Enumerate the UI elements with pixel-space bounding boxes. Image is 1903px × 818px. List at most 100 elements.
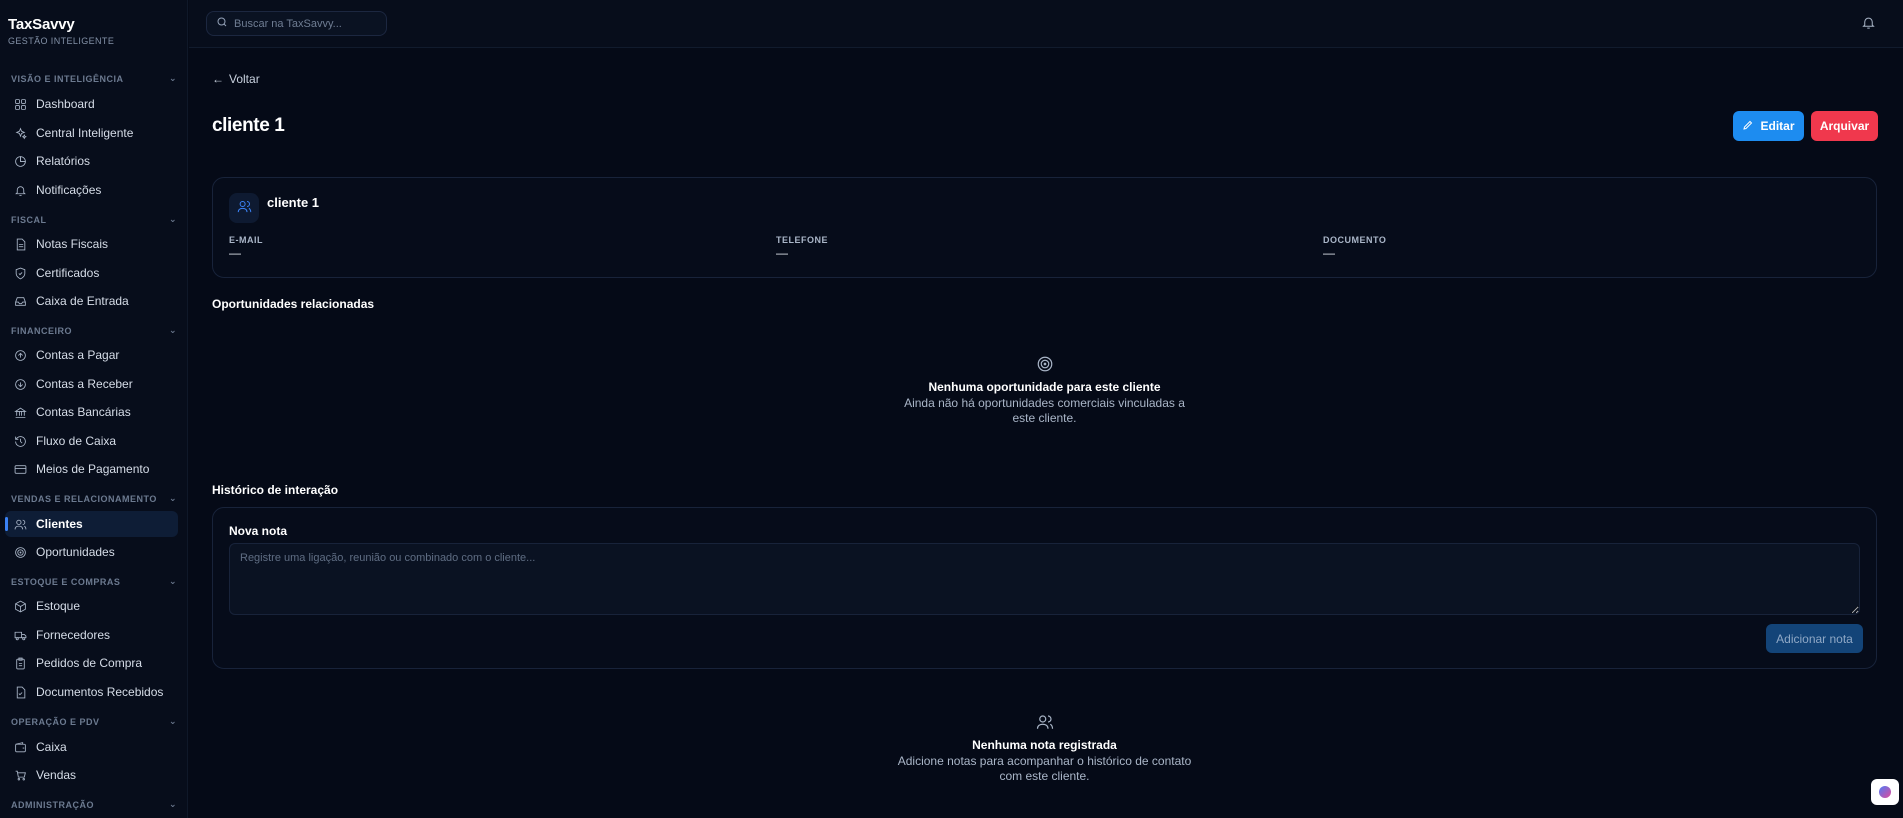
sidebar-item-vendas[interactable]: Vendas	[5, 762, 178, 788]
sidebar-item-meios-de-pagamento[interactable]: Meios de Pagamento	[5, 456, 178, 482]
sidebar-item-label: Certificados	[36, 266, 100, 280]
sidebar-item-fluxo-de-caixa[interactable]: Fluxo de Caixa	[5, 428, 178, 454]
arrow-left-icon: ←	[212, 72, 224, 86]
sidebar: TaxSavvy GESTÃO INTELIGENTE VISÃO E INTE…	[0, 0, 188, 818]
chevron-down-icon: ⌄	[168, 799, 177, 809]
avatar	[229, 193, 259, 223]
topbar	[189, 0, 1903, 48]
client-name: cliente 1	[267, 195, 320, 210]
empty-title: Nenhuma nota registrada	[972, 738, 1117, 752]
sidebar-item-fornecedores[interactable]: Fornecedores	[5, 622, 178, 648]
chevron-down-icon: ⌄	[168, 325, 177, 335]
field-label: TELEFONE	[776, 235, 829, 245]
history-heading: Histórico de interação	[212, 483, 339, 497]
box-icon	[14, 600, 27, 613]
assistant-float-button[interactable]	[1871, 779, 1899, 805]
file-check-icon	[14, 686, 27, 699]
pencil-icon	[1742, 119, 1760, 134]
sidebar-item-dashboard[interactable]: Dashboard	[5, 91, 178, 117]
chevron-down-icon: ⌄	[168, 493, 177, 503]
sidebar-item-pedidos-de-compra[interactable]: Pedidos de Compra	[5, 650, 178, 676]
field-value: —	[1323, 246, 1335, 260]
chevron-down-icon: ⌄	[168, 214, 177, 224]
section-visao[interactable]: VISÃO E INTELIGÊNCIA ⌄	[11, 73, 177, 84]
bell-icon	[14, 184, 27, 197]
opportunities-empty-state: Nenhuma oportunidade para este cliente A…	[212, 355, 1877, 426]
chevron-down-icon: ⌄	[168, 716, 177, 726]
sidebar-item-central-inteligente[interactable]: Central Inteligente	[5, 120, 178, 146]
search-box[interactable]	[206, 11, 387, 36]
pie-chart-icon	[14, 155, 27, 168]
section-financeiro[interactable]: FINANCEIRO ⌄	[11, 325, 177, 336]
field-value: —	[229, 246, 241, 260]
section-fiscal[interactable]: FISCAL ⌄	[11, 214, 177, 225]
grid-icon	[14, 98, 27, 111]
sidebar-item-relatorios[interactable]: Relatórios	[5, 148, 178, 174]
empty-title: Nenhuma oportunidade para este cliente	[928, 380, 1161, 394]
sidebar-item-contas-a-pagar[interactable]: Contas a Pagar	[5, 342, 178, 368]
sidebar-item-notificacoes[interactable]: Notificações	[5, 177, 178, 203]
section-operacao[interactable]: OPERAÇÃO E PDV ⌄	[11, 716, 177, 727]
sidebar-item-documentos-recebidos[interactable]: Documentos Recebidos	[5, 679, 178, 705]
sidebar-item-caixa-de-entrada[interactable]: Caixa de Entrada	[5, 288, 178, 314]
sidebar-item-label: Oportunidades	[36, 545, 115, 559]
sidebar-item-oportunidades[interactable]: Oportunidades	[5, 539, 178, 565]
sidebar-item-label: Vendas	[36, 768, 77, 782]
sidebar-item-label: Notificações	[36, 183, 102, 197]
users-icon	[237, 199, 252, 217]
section-vendas[interactable]: VENDAS E RELACIONAMENTO ⌄	[11, 493, 177, 504]
cart-icon	[14, 769, 27, 782]
search-icon	[216, 16, 234, 31]
field-documento: DOCUMENTO —	[1323, 235, 1386, 260]
field-label: E-MAIL	[229, 235, 263, 245]
section-title: ADMINISTRAÇÃO	[11, 799, 94, 810]
back-label: Voltar	[229, 72, 260, 86]
users-icon	[14, 518, 27, 531]
sparkles-icon	[14, 126, 27, 140]
sidebar-item-label: Fluxo de Caixa	[36, 434, 117, 448]
chevron-down-icon: ⌄	[168, 576, 177, 586]
shield-icon	[14, 267, 27, 280]
sidebar-item-label: Pedidos de Compra	[36, 656, 143, 670]
brand[interactable]: TaxSavvy GESTÃO INTELIGENTE	[8, 16, 114, 46]
client-card: cliente 1 E-MAIL — TELEFONE — DOCUMENTO …	[212, 177, 1877, 278]
sidebar-item-contas-a-receber[interactable]: Contas a Receber	[5, 371, 178, 397]
field-value: —	[776, 246, 788, 260]
field-email: E-MAIL —	[229, 235, 263, 260]
sidebar-item-clientes[interactable]: Clientes	[5, 511, 178, 537]
sidebar-item-label: Relatórios	[36, 154, 91, 168]
add-note-button[interactable]: Adicionar nota	[1766, 624, 1863, 653]
sidebar-item-label: Contas a Pagar	[36, 348, 120, 362]
page-title: cliente 1	[212, 115, 285, 136]
edit-button[interactable]: Editar	[1733, 111, 1804, 141]
archive-button[interactable]: Arquivar	[1811, 111, 1878, 141]
brand-subtitle: GESTÃO INTELIGENTE	[8, 36, 115, 46]
sidebar-item-notas-fiscais[interactable]: Notas Fiscais	[5, 231, 178, 257]
note-textarea[interactable]	[229, 543, 1860, 615]
notifications-bell-icon[interactable]	[1861, 15, 1876, 30]
field-label: DOCUMENTO	[1323, 235, 1387, 245]
sidebar-item-caixa[interactable]: Caixa	[5, 734, 178, 760]
opportunities-heading: Oportunidades relacionadas	[212, 297, 375, 311]
back-link[interactable]: ← Voltar	[212, 72, 260, 86]
field-telefone: TELEFONE —	[776, 235, 828, 260]
search-input[interactable]	[234, 17, 379, 30]
clipboard-icon	[14, 657, 27, 670]
sidebar-item-label: Caixa de Entrada	[36, 294, 129, 308]
sidebar-item-certificados[interactable]: Certificados	[5, 260, 178, 286]
sidebar-item-label: Central Inteligente	[36, 126, 134, 140]
sidebar-item-label: Caixa	[36, 740, 67, 754]
notes-empty-state: Nenhuma nota registrada Adicione notas p…	[212, 713, 1877, 784]
history-icon	[14, 435, 27, 448]
section-estoque[interactable]: ESTOQUE E COMPRAS ⌄	[11, 576, 177, 587]
sidebar-item-contas-bancarias[interactable]: Contas Bancárias	[5, 399, 178, 425]
empty-description: Adicione notas para acompanhar o históri…	[897, 754, 1192, 783]
file-text-icon	[14, 238, 27, 251]
sidebar-item-estoque[interactable]: Estoque	[5, 593, 178, 619]
section-administracao[interactable]: ADMINISTRAÇÃO ⌄	[11, 799, 177, 810]
target-icon	[1036, 355, 1054, 373]
arrow-down-circle-icon	[14, 378, 27, 391]
brand-name: TaxSavvy	[8, 16, 75, 33]
new-note-label: Nova nota	[229, 524, 288, 538]
edit-label: Editar	[1760, 119, 1795, 133]
